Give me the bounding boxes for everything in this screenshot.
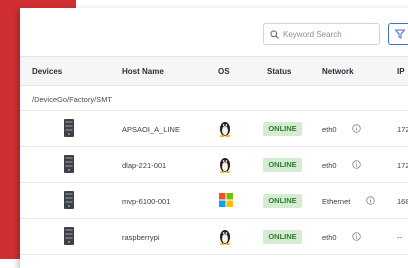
filter-icon — [395, 29, 405, 39]
status-badge: ONLINE — [263, 230, 302, 244]
linux-penguin-icon — [220, 230, 230, 245]
linux-penguin-icon — [220, 122, 230, 137]
info-icon[interactable] — [352, 124, 361, 133]
table-row[interactable]: mvp-6100-001 ONLINE Ethernet 168 — [20, 183, 408, 219]
column-header-network[interactable]: Network — [322, 67, 354, 76]
status-badge: ONLINE — [263, 194, 302, 208]
ip-address: 172 — [397, 161, 408, 170]
host-name[interactable]: raspberrypi — [122, 233, 160, 242]
status-badge: ONLINE — [263, 122, 302, 136]
search-icon — [270, 29, 279, 39]
network-name: eth0 — [322, 161, 337, 170]
search-input[interactable] — [283, 29, 371, 39]
info-icon[interactable] — [352, 160, 361, 169]
linux-penguin-icon — [220, 158, 230, 173]
table-row[interactable]: dlap-221-001 ONLINE eth0 172 — [20, 147, 408, 183]
group-path-label: /DeviceGo/Factory/SMT — [32, 95, 113, 104]
group-row[interactable]: /DeviceGo/Factory/SMT — [20, 86, 408, 111]
red-side-bar — [0, 0, 20, 259]
host-name[interactable]: mvp-6100-001 — [122, 197, 170, 206]
table-header: Devices Host Name OS Status Network IP — [20, 56, 408, 86]
device-list-panel: Devices Host Name OS Status Network IP /… — [20, 8, 408, 268]
table-row[interactable]: raspberrypi ONLINE eth0 -- — [20, 219, 408, 255]
ip-address: -- — [397, 233, 402, 242]
server-box-icon — [64, 155, 74, 173]
search-box[interactable] — [263, 23, 380, 45]
ip-address: 172 — [397, 125, 408, 134]
column-header-status[interactable]: Status — [267, 67, 291, 76]
table-row[interactable]: APSAOI_A_LINE ONLINE eth0 172 — [20, 111, 408, 147]
ip-address: 168 — [397, 197, 408, 206]
server-box-icon — [64, 227, 74, 245]
info-icon[interactable] — [366, 196, 375, 205]
server-box-icon — [64, 119, 74, 137]
column-header-host-name[interactable]: Host Name — [122, 67, 164, 76]
column-header-devices[interactable]: Devices — [32, 67, 62, 76]
windows-logo-icon — [219, 193, 233, 207]
network-name: eth0 — [322, 125, 337, 134]
info-icon[interactable] — [352, 232, 361, 241]
column-header-ip[interactable]: IP — [397, 67, 405, 76]
filter-button[interactable] — [388, 23, 408, 45]
column-header-os[interactable]: OS — [218, 67, 230, 76]
host-name[interactable]: APSAOI_A_LINE — [122, 125, 180, 134]
server-box-icon — [64, 191, 74, 209]
network-name: Ethernet — [322, 197, 351, 206]
status-badge: ONLINE — [263, 158, 302, 172]
network-name: eth0 — [322, 233, 337, 242]
host-name[interactable]: dlap-221-001 — [122, 161, 166, 170]
toolbar — [20, 8, 408, 56]
